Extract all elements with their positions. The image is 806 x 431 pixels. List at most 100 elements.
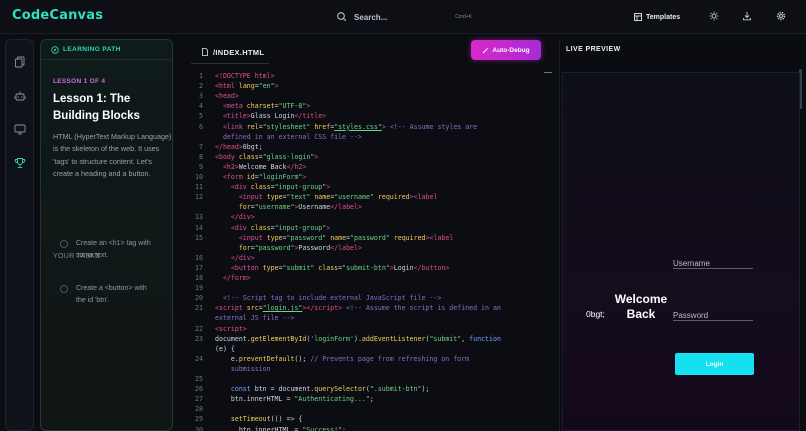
code-line[interactable]: <link rel="stylesheet" href="styles.css"… — [215, 123, 541, 131]
task-item[interactable]: Create an <h1> tag with some text. — [60, 238, 168, 262]
code-line[interactable]: <meta charset="UTF-8"> — [215, 102, 541, 110]
live-preview-title: LIVE PREVIEW — [566, 46, 621, 53]
code-editor: /INDEX.HTML Auto-Debug 1 <!DOCTYPE html> 2… — [191, 39, 554, 431]
robot-icon — [14, 91, 26, 101]
code-line[interactable]: <h2>Welcome Back</h2> — [215, 163, 541, 171]
code-line[interactable]: const btn = document.querySelector(".sub… — [215, 385, 541, 393]
code-line[interactable]: <!-- Script tag to include external Java… — [215, 294, 541, 302]
files-icon — [15, 56, 25, 68]
grid-icon — [634, 13, 642, 21]
code-line[interactable]: </form> — [215, 274, 541, 282]
line-number: 30 — [195, 425, 203, 431]
task-checkbox[interactable] — [60, 285, 68, 293]
code-line[interactable]: defined in an external CSS file --> — [215, 133, 541, 141]
settings-button[interactable] — [776, 11, 786, 21]
code-line[interactable]: e.preventDefault(); // Prevents page fro… — [215, 355, 541, 363]
code-line[interactable]: submission — [215, 365, 541, 373]
file-icon — [202, 48, 208, 56]
preview-password-field[interactable]: Password — [673, 305, 753, 321]
theme-toggle-button[interactable] — [709, 11, 719, 21]
editor-scroll-indicator[interactable] — [544, 72, 552, 73]
line-number: 7 — [199, 142, 203, 151]
preview-login-label: Login — [705, 360, 724, 368]
code-line[interactable]: external JS file --> — [215, 314, 541, 322]
code-line[interactable]: <body class="glass-login"> — [215, 153, 541, 161]
line-number: 9 — [199, 162, 203, 171]
line-number: 18 — [195, 274, 203, 282]
task-text: Create an <h1> tag with some text. — [76, 240, 151, 259]
line-number: 20 — [195, 294, 203, 303]
sun-icon — [709, 11, 719, 21]
code-line[interactable]: document.getElementById('loginForm').add… — [215, 335, 541, 343]
preview-username-field[interactable]: Username — [673, 253, 753, 269]
line-number: 19 — [195, 284, 203, 293]
rail-assistant-button[interactable] — [14, 90, 26, 102]
code-line[interactable]: </head>0bgt; — [215, 143, 541, 151]
line-number: 26 — [195, 385, 203, 394]
code-line[interactable]: <input type="password" name="password" r… — [215, 234, 541, 242]
line-number: 15 — [195, 233, 203, 242]
code-line[interactable]: for="username">Username</label> — [215, 203, 541, 211]
tab-divider — [191, 63, 269, 64]
task-checkbox[interactable] — [60, 240, 68, 248]
top-bar: CodeCanvas Search... Cmd+K Templates — [0, 0, 806, 34]
line-number: 13 — [195, 213, 203, 222]
icon-rail — [5, 39, 34, 431]
magic-wand-icon — [483, 46, 490, 53]
rail-preview-button[interactable] — [14, 123, 26, 135]
code-line[interactable]: <!DOCTYPE html> — [215, 72, 541, 80]
code-area[interactable]: 1 <!DOCTYPE html> 2 <html lang="en"> 3 <head>… — [191, 72, 541, 431]
line-number: 11 — [195, 183, 203, 192]
code-line[interactable]: <script> — [215, 325, 541, 333]
learning-path-header: LEARNING PATH — [41, 40, 172, 60]
auto-debug-label: Auto-Debug — [492, 46, 530, 54]
preview-password-label: Password — [673, 311, 709, 320]
line-number: 23 — [195, 334, 203, 343]
code-line[interactable]: <input type="text" name="username" requi… — [215, 193, 541, 201]
monitor-icon — [14, 124, 26, 135]
line-number: 21 — [195, 304, 203, 313]
code-line[interactable]: <button type="submit" class="submit-btn"… — [215, 264, 541, 272]
line-number: 24 — [195, 354, 203, 363]
lesson-title: Lesson 1: The Building Blocks — [53, 93, 140, 122]
learning-path-title: LEARNING PATH — [63, 46, 121, 53]
line-number: 14 — [195, 223, 203, 232]
line-number: 12 — [195, 193, 203, 202]
code-line[interactable]: for="password">Password</label> — [215, 244, 541, 252]
line-number: 16 — [195, 253, 203, 262]
code-line[interactable]: <title>Glass Login</title> — [215, 112, 541, 120]
line-number: 3 — [199, 92, 203, 101]
rail-achievements-button[interactable] — [14, 157, 26, 169]
code-line[interactable]: <div class="input-group"> — [215, 183, 541, 191]
tab-index-html[interactable]: /INDEX.HTML — [201, 45, 264, 59]
preview-login-button[interactable]: Login — [675, 353, 754, 375]
code-line[interactable]: <div class="input-group"> — [215, 224, 541, 232]
code-line[interactable]: </div> — [215, 254, 541, 262]
preview-stray-text: 0bgt; — [586, 309, 605, 319]
code-line[interactable]: <html lang="en"> — [215, 82, 541, 90]
preview-frame — [562, 72, 800, 431]
code-line[interactable]: btn.innerHTML = "Authenticating..."; — [215, 395, 541, 403]
code-line[interactable]: </div> — [215, 213, 541, 221]
auto-debug-button[interactable]: Auto-Debug — [471, 40, 541, 60]
task-item[interactable]: Create a <button> with the id 'btn'. — [60, 283, 168, 307]
code-line[interactable]: btn.innerHTML = "Success!"; — [215, 426, 541, 431]
task-text: Create a <button> with the id 'btn'. — [76, 285, 147, 304]
code-line[interactable]: <form id="loginForm"> — [215, 173, 541, 181]
search-box[interactable]: Search... Cmd+K — [326, 7, 478, 27]
code-line[interactable]: <head> — [215, 92, 541, 100]
code-line[interactable]: <script src="login.js"></script> <!-- As… — [215, 304, 541, 312]
code-line[interactable]: setTimeout(() => { — [215, 415, 541, 423]
search-shortcut: Cmd+K — [455, 14, 472, 20]
download-button[interactable] — [742, 11, 752, 21]
rail-files-button[interactable] — [14, 56, 26, 68]
line-number: 25 — [195, 375, 203, 383]
tab-label: /INDEX.HTML — [213, 47, 265, 57]
code-line[interactable]: (e) { — [215, 345, 541, 353]
line-number: 10 — [195, 173, 203, 181]
lesson-count: LESSON 1 OF 4 — [53, 78, 106, 85]
line-number: 22 — [195, 324, 203, 333]
app-logo[interactable]: CodeCanvas — [12, 8, 103, 23]
templates-button[interactable]: Templates — [634, 9, 680, 25]
line-number: 1 — [199, 72, 203, 80]
